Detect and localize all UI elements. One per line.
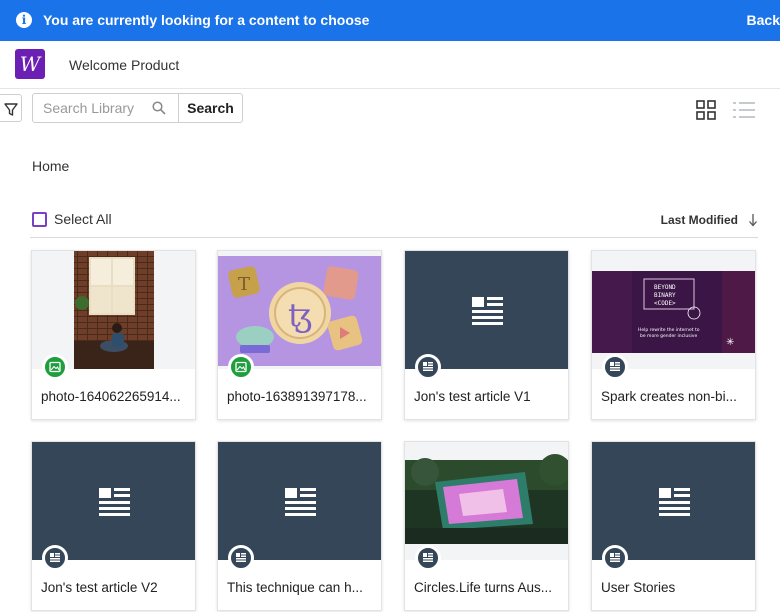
card-thumbnail xyxy=(592,442,755,560)
article-placeholder-icon xyxy=(472,297,503,325)
content-card[interactable]: Jon's test article V2 xyxy=(31,441,196,611)
search-input[interactable] xyxy=(43,100,148,116)
photo-thumbnail xyxy=(74,251,154,369)
card-title: Circles.Life turns Aus... xyxy=(414,580,553,595)
card-thumbnail xyxy=(405,442,568,560)
banner-message: You are currently looking for a content … xyxy=(43,12,370,28)
card-title: photo-163891397178... xyxy=(227,389,367,404)
article-placeholder-icon xyxy=(285,488,316,516)
select-all[interactable]: Select All xyxy=(32,211,112,227)
image-icon xyxy=(235,361,247,373)
article-icon xyxy=(236,553,246,562)
back-link[interactable]: Back xyxy=(747,12,780,28)
article-badge xyxy=(228,545,254,571)
sort-control[interactable]: Last Modified xyxy=(661,213,758,227)
sort-label: Last Modified xyxy=(660,213,738,227)
thumb-text-4: Help rewrite the internet to xyxy=(638,327,700,333)
content-card[interactable]: T ꜩ photo-163891397178... xyxy=(217,250,382,420)
article-badge xyxy=(415,545,441,571)
card-title: Jon's test article V1 xyxy=(414,389,531,404)
card-thumbnail xyxy=(32,251,195,369)
search-field[interactable] xyxy=(32,93,179,123)
thumb-text-5: be more gender inclusive xyxy=(640,333,697,339)
card-title: Jon's test article V2 xyxy=(41,580,158,595)
card-title: This technique can h... xyxy=(227,580,363,595)
select-all-checkbox[interactable] xyxy=(32,211,47,227)
product-logo[interactable]: W xyxy=(15,49,45,79)
filter-icon xyxy=(4,103,18,116)
article-badge xyxy=(602,354,628,380)
grid-view-icon[interactable] xyxy=(696,100,716,120)
article-thumbnail: BEYOND BINARY <CODE> Help rewrite the in… xyxy=(592,271,755,353)
article-icon xyxy=(423,362,433,371)
article-badge xyxy=(42,545,68,571)
card-title: User Stories xyxy=(601,580,676,595)
image-icon xyxy=(49,361,61,373)
photo-thumbnail: T ꜩ xyxy=(218,256,381,366)
breadcrumb[interactable]: Home xyxy=(32,158,69,174)
content-card[interactable]: Jon's test article V1 xyxy=(404,250,569,420)
article-icon xyxy=(610,362,620,371)
article-icon xyxy=(50,553,60,562)
image-badge xyxy=(42,354,68,380)
card-title: photo-164062265914... xyxy=(41,389,181,404)
article-badge xyxy=(602,545,628,571)
filter-button[interactable] xyxy=(0,94,22,122)
thumb-text-2: BINARY xyxy=(654,292,676,299)
content-card[interactable]: This technique can h... xyxy=(217,441,382,611)
card-thumbnail: BEYOND BINARY <CODE> Help rewrite the in… xyxy=(592,251,755,369)
content-card[interactable]: photo-164062265914... xyxy=(31,250,196,420)
article-icon xyxy=(610,553,620,562)
content-card[interactable]: BEYOND BINARY <CODE> Help rewrite the in… xyxy=(591,250,756,420)
thumb-text-3: <CODE> xyxy=(654,300,676,307)
divider xyxy=(30,237,758,238)
svg-text:T: T xyxy=(238,274,250,295)
search-button[interactable]: Search xyxy=(178,93,243,123)
card-thumbnail: T ꜩ xyxy=(218,251,381,369)
article-placeholder-icon xyxy=(659,488,690,516)
list-view-icon[interactable] xyxy=(733,100,755,120)
app-header: W Welcome Product xyxy=(0,41,780,89)
article-placeholder-icon xyxy=(99,488,130,516)
image-badge xyxy=(228,354,254,380)
sort-arrow-icon[interactable] xyxy=(748,213,758,227)
info-icon: i xyxy=(16,12,32,28)
photo-thumbnail xyxy=(405,454,568,544)
card-thumbnail xyxy=(218,442,381,560)
svg-text:ꜩ: ꜩ xyxy=(288,296,312,334)
content-card[interactable]: User Stories xyxy=(591,441,756,611)
svg-text:✳: ✳ xyxy=(726,337,734,348)
thumb-text-1: BEYOND xyxy=(654,284,676,291)
card-thumbnail xyxy=(405,251,568,369)
article-icon xyxy=(423,553,433,562)
content-card[interactable]: Circles.Life turns Aus... xyxy=(404,441,569,611)
card-thumbnail xyxy=(32,442,195,560)
info-banner: i You are currently looking for a conten… xyxy=(0,0,780,41)
select-all-label: Select All xyxy=(54,211,112,227)
article-badge xyxy=(415,354,441,380)
product-name: Welcome Product xyxy=(69,57,180,73)
card-title: Spark creates non-bi... xyxy=(601,389,737,404)
search-icon xyxy=(152,101,166,115)
